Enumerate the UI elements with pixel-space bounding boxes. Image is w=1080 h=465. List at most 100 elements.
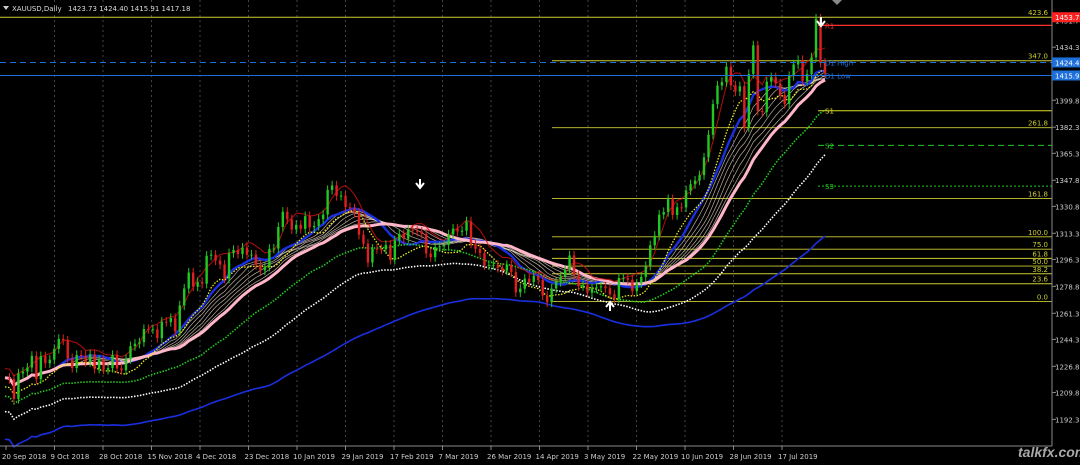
candle-body <box>245 247 249 255</box>
candle-body <box>71 358 74 369</box>
candle-body <box>290 219 293 230</box>
candle-body <box>505 264 509 271</box>
candle-body <box>317 219 320 226</box>
candle-body <box>519 288 522 293</box>
pivot-label: D1 Low <box>825 73 851 81</box>
candle-body <box>716 85 719 105</box>
pivot-label: S1 <box>825 108 834 116</box>
candle-body <box>299 224 302 229</box>
candle-body <box>111 354 114 369</box>
candle-body <box>66 340 69 359</box>
candle-body <box>88 354 92 363</box>
watermark: talkfx.com <box>1018 444 1080 460</box>
candle-body <box>487 264 491 266</box>
x-tick-label: 28 Jun 2019 <box>730 453 772 461</box>
candle-body <box>308 216 311 228</box>
candle-body <box>662 212 665 215</box>
y-tick-label: 1278.80 <box>1055 283 1080 291</box>
candle-body <box>492 264 495 266</box>
candle-body <box>281 211 285 227</box>
candle-body <box>304 216 307 229</box>
x-tick-label: 10 Jan 2019 <box>293 453 335 461</box>
candle-body <box>702 157 706 176</box>
candle-body <box>689 184 692 191</box>
candle-body <box>545 295 549 303</box>
candle-body <box>501 267 504 271</box>
candle-body <box>214 254 217 261</box>
candle-body <box>236 249 240 255</box>
candle-body <box>218 260 222 265</box>
fib-level-label: 75.0 <box>1032 241 1048 249</box>
fib-level-label: 261.8 <box>1028 120 1048 128</box>
y-tick-label: 1244.30 <box>1055 336 1080 344</box>
fib-level-label: 100.0 <box>1028 229 1048 237</box>
fib-level-label: 423.6 <box>1028 9 1049 17</box>
candle-body <box>622 278 625 280</box>
candle-body <box>398 234 401 241</box>
candle-body <box>626 278 630 280</box>
candle-body <box>684 190 688 208</box>
candle-body <box>312 225 316 228</box>
y-tick-label: 1192.30 <box>1055 416 1080 424</box>
candle-body <box>783 95 786 104</box>
y-tick-label: 1330.80 <box>1055 203 1080 211</box>
price-tag-label: 1424.40 <box>1055 59 1080 67</box>
candle-body <box>595 287 598 289</box>
candle-body <box>339 195 343 197</box>
candle-body <box>21 371 25 374</box>
candle-body <box>778 83 782 96</box>
candle-body <box>550 288 553 303</box>
candle-body <box>84 355 87 363</box>
candle-body <box>474 243 477 249</box>
candle-body <box>17 373 20 399</box>
candle-body <box>581 285 585 287</box>
candle-body <box>165 321 168 323</box>
candle-body <box>62 338 65 341</box>
candle-body <box>138 342 141 344</box>
y-tick-label: 1261.30 <box>1055 310 1080 318</box>
x-tick-label: 9 Oct 2018 <box>51 453 90 461</box>
candle-body <box>79 354 83 356</box>
candle-body <box>348 207 352 209</box>
candle-body <box>254 254 258 265</box>
candle-body <box>469 221 473 244</box>
candle-body <box>250 254 253 256</box>
x-tick-label: 7 Mar 2019 <box>439 453 479 461</box>
y-tick-label: 1313.30 <box>1055 230 1080 238</box>
x-tick-label: 28 Oct 2018 <box>99 453 142 461</box>
price-chart[interactable]: 423.6347.0261.8161.8100.075.061.850.038.… <box>0 0 1080 465</box>
candle-body <box>133 343 137 347</box>
x-tick-label: 17 Feb 2019 <box>390 453 434 461</box>
ohlc-label: 1423.73 1424.40 1415.91 1417.18 <box>68 5 190 13</box>
candle-body <box>156 329 159 339</box>
candle-body <box>187 272 190 289</box>
price-tag-label: 1415.91 <box>1055 72 1080 80</box>
candle-body <box>541 279 544 296</box>
candle-body <box>537 275 540 280</box>
x-tick-label: 10 Jun 2019 <box>681 453 723 461</box>
x-tick-label: 23 Dec 2018 <box>245 453 290 461</box>
x-tick-label: 17 Jul 2019 <box>778 453 818 461</box>
candle-body <box>635 283 639 292</box>
y-tick-label: 1296.30 <box>1055 256 1080 264</box>
candle-body <box>640 276 643 284</box>
candle-body <box>465 221 468 231</box>
candle-body <box>205 255 208 284</box>
candle-body <box>75 354 78 369</box>
candle-body <box>420 231 423 234</box>
fib-level-label: 0.0 <box>1037 293 1048 301</box>
candle-body <box>97 359 101 369</box>
pivot-label: D1 High <box>825 59 853 67</box>
chart-header: XAUUSD,Daily 1423.73 1424.40 1415.91 141… <box>3 5 190 13</box>
candle-body <box>747 73 751 128</box>
y-tick-label: 1399.80 <box>1055 97 1080 105</box>
candle-body <box>39 356 43 380</box>
x-tick-label: 3 May 2019 <box>584 453 625 461</box>
candle-body <box>653 235 656 246</box>
x-tick-label: 22 May 2019 <box>633 453 679 461</box>
candle-body <box>729 66 733 86</box>
candle-body <box>523 278 526 289</box>
candle-body <box>711 104 715 135</box>
symbol-label: XAUUSD,Daily <box>12 5 62 13</box>
candle-body <box>707 134 710 158</box>
